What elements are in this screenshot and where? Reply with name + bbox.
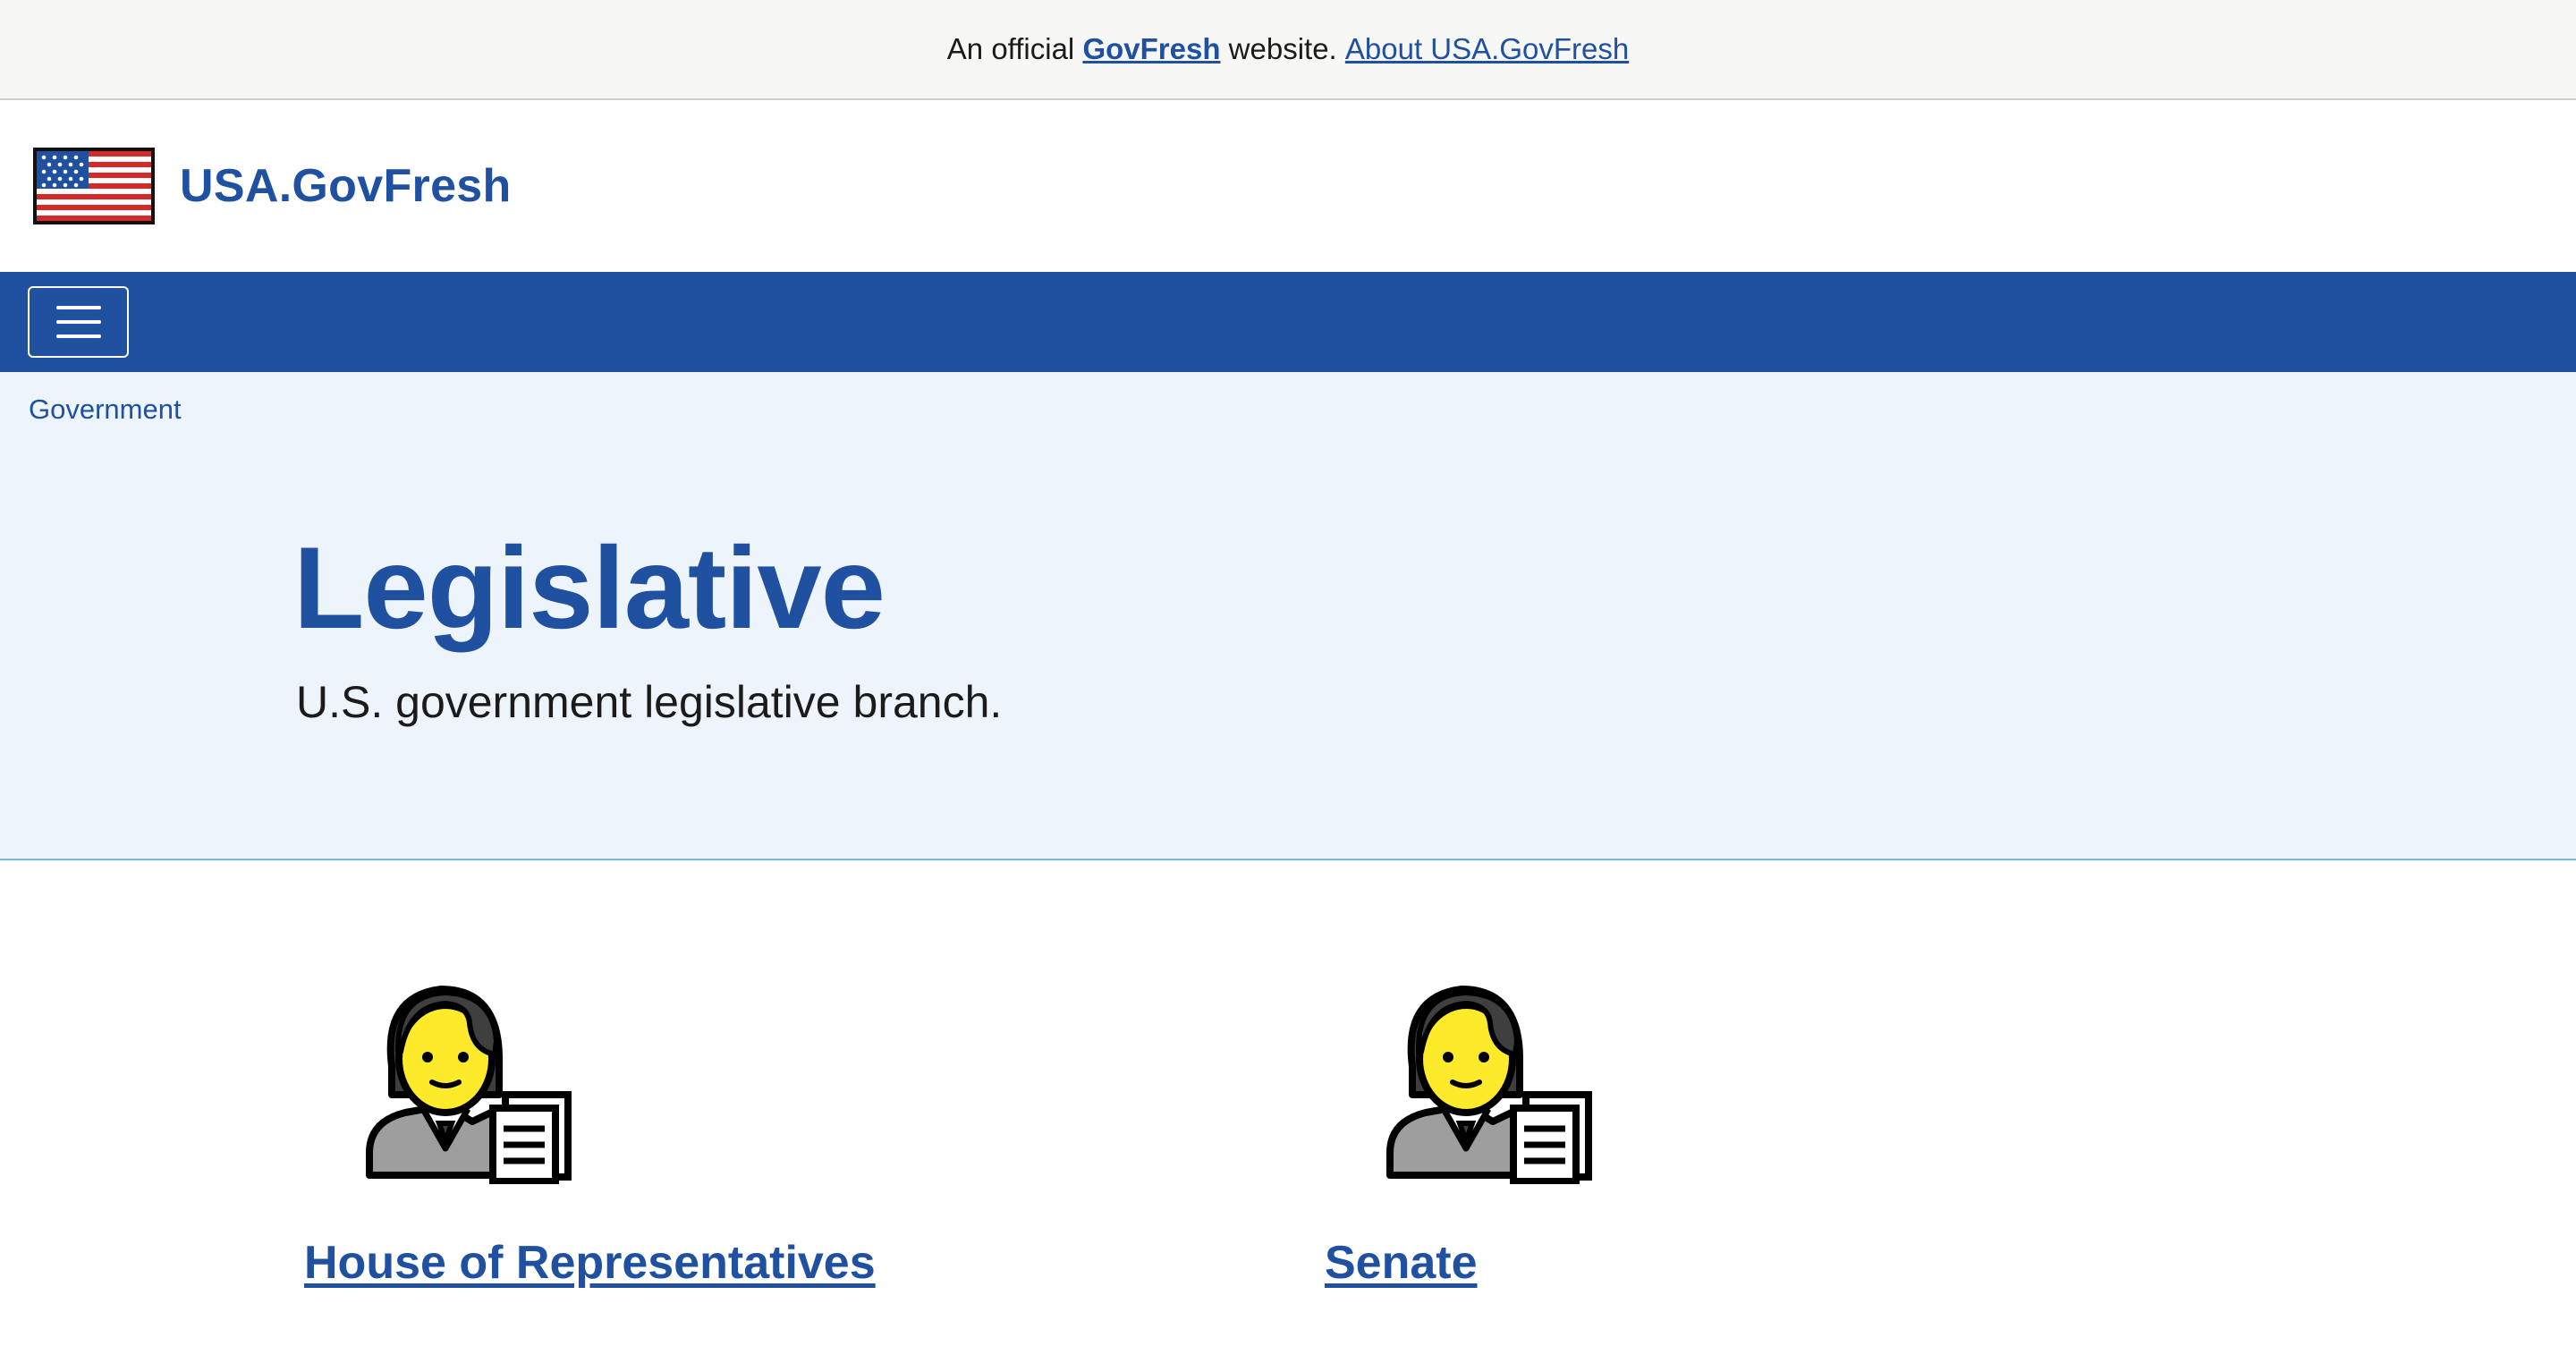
hamburger-menu-icon — [55, 334, 101, 338]
primary-nav — [0, 272, 2576, 372]
branch-cards: House of Representatives Senate — [0, 860, 2576, 1363]
menu-button[interactable] — [28, 286, 129, 358]
page-subtitle: U.S. government legislative branch. — [296, 677, 1003, 727]
site-title[interactable]: USA.GovFresh — [180, 159, 512, 213]
official-banner: An official GovFresh website. About USA.… — [0, 0, 2576, 100]
breadcrumb[interactable]: Government — [29, 394, 182, 426]
govfresh-link[interactable]: GovFresh — [1082, 32, 1220, 66]
page-title: Legislative — [293, 522, 886, 653]
office-worker-icon — [366, 986, 572, 1184]
site-header: USA.GovFresh — [0, 100, 2576, 272]
office-worker-icon — [1386, 986, 1592, 1184]
hamburger-menu-icon — [55, 320, 101, 324]
house-of-representatives-link[interactable]: House of Representatives — [304, 1236, 876, 1290]
hamburger-menu-icon — [55, 306, 101, 309]
about-link[interactable]: About USA.GovFresh — [1345, 32, 1629, 66]
banner-suffix: website. — [1228, 32, 1337, 65]
banner-prefix: An official — [946, 32, 1075, 65]
hero-section: Government Legislative U.S. government l… — [0, 372, 2576, 860]
us-flag-icon[interactable] — [33, 148, 155, 224]
senate-link[interactable]: Senate — [1325, 1236, 1478, 1290]
